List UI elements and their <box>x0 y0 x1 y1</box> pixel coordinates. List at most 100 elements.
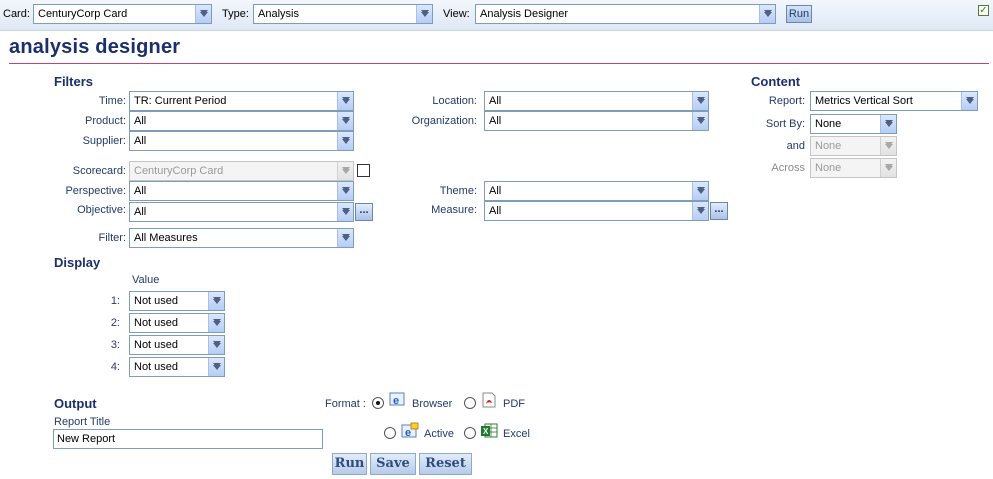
product-select[interactable]: All <box>129 111 354 131</box>
chevron-down-icon <box>692 182 708 200</box>
run-button[interactable]: Run <box>332 453 367 475</box>
card-label: Card: <box>3 8 30 20</box>
objective-select-value: All <box>134 206 147 218</box>
across-select-value: None <box>815 162 842 174</box>
product-label: Product: <box>85 115 126 127</box>
location-select[interactable]: All <box>484 91 709 111</box>
scorecard-select-value: CenturyCorp Card <box>134 165 224 177</box>
scorecard-select: CenturyCorp Card <box>129 161 354 181</box>
excel-icon: X <box>480 422 498 440</box>
filter-select[interactable]: All Measures <box>129 228 354 248</box>
perspective-select[interactable]: All <box>129 181 354 201</box>
view-select-value: Analysis Designer <box>480 8 569 20</box>
report-title-input[interactable]: New Report <box>53 429 323 449</box>
supplier-select-value: All <box>134 135 147 147</box>
output-heading: Output <box>54 396 97 411</box>
ie-icon: e <box>389 392 405 408</box>
display-value-select-value: Not used <box>134 361 179 373</box>
view-label: View: <box>443 8 470 20</box>
top-toolbar: Card: CenturyCorp Card Type: Analysis Vi… <box>0 0 993 31</box>
measure-label: Measure: <box>431 204 477 216</box>
filters-heading: Filters <box>54 74 94 89</box>
chevron-down-icon <box>337 182 353 200</box>
chevron-down-icon <box>880 159 896 177</box>
chevron-down-icon <box>208 292 224 310</box>
organization-select-value: All <box>489 115 502 127</box>
chevron-down-icon <box>337 92 353 110</box>
and-label: and <box>786 140 805 152</box>
across-select: None <box>810 158 897 178</box>
chevron-down-icon <box>208 314 224 332</box>
page-title: analysis designer <box>9 36 181 58</box>
time-select[interactable]: TR: Current Period <box>129 91 354 111</box>
chevron-down-icon <box>416 5 432 23</box>
objective-browse-button[interactable]: ... <box>355 203 373 221</box>
display-row-label: 4: <box>110 361 120 373</box>
theme-select-value: All <box>489 185 502 197</box>
check-icon[interactable]: ✓ <box>978 5 989 16</box>
reset-button[interactable]: Reset <box>419 453 472 475</box>
objective-select[interactable]: All <box>129 202 354 222</box>
ie-active-icon: e <box>401 422 419 440</box>
display-value-select-4[interactable]: Not used <box>129 357 225 377</box>
location-label: Location: <box>432 95 477 107</box>
sort-by-select-value: None <box>815 118 842 130</box>
type-select-value: Analysis <box>258 8 299 20</box>
measure-browse-button[interactable]: ... <box>710 202 728 220</box>
scorecard-checkbox[interactable] <box>357 164 370 177</box>
display-value-select-3[interactable]: Not used <box>129 335 225 355</box>
card-select-value: CenturyCorp Card <box>38 8 128 20</box>
format-excel-label: Excel <box>503 428 530 440</box>
theme-label: Theme: <box>439 185 477 197</box>
chevron-down-icon <box>337 132 353 150</box>
chevron-down-icon <box>759 5 775 23</box>
toolbar-run-button[interactable]: Run <box>786 5 812 23</box>
svg-text:e: e <box>405 427 411 439</box>
objective-label: Objective: <box>77 204 126 216</box>
organization-label: Organization: <box>411 115 477 127</box>
chevron-down-icon <box>195 5 211 23</box>
value-column-header: Value <box>132 274 160 286</box>
chevron-down-icon <box>961 92 977 110</box>
chevron-down-icon <box>880 137 896 155</box>
content-heading: Content <box>751 74 801 89</box>
type-select[interactable]: Analysis <box>253 4 433 24</box>
chevron-down-icon <box>208 336 224 354</box>
and-select: None <box>810 136 897 156</box>
organization-select[interactable]: All <box>484 111 709 131</box>
report-select[interactable]: Metrics Vertical Sort <box>810 91 978 111</box>
supplier-label: Supplier: <box>82 135 126 147</box>
chevron-down-icon <box>337 112 353 130</box>
display-value-select-1[interactable]: Not used <box>129 291 225 311</box>
save-button[interactable]: Save <box>370 453 416 475</box>
card-select[interactable]: CenturyCorp Card <box>33 4 212 24</box>
format-browser-radio[interactable] <box>372 397 384 409</box>
measure-select[interactable]: All <box>484 201 709 221</box>
format-excel-radio[interactable] <box>464 427 476 439</box>
display-row-label: 1: <box>110 295 120 307</box>
display-value-select-value: Not used <box>134 295 179 307</box>
display-row-label: 3: <box>110 339 120 351</box>
display-row-label: 2: <box>110 317 120 329</box>
display-value-select-2[interactable]: Not used <box>129 313 225 333</box>
theme-select[interactable]: All <box>484 181 709 201</box>
display-value-select-value: Not used <box>134 339 179 351</box>
and-select-value: None <box>815 140 842 152</box>
format-active-radio[interactable] <box>384 427 396 439</box>
chevron-down-icon <box>880 115 896 133</box>
perspective-label: Perspective: <box>65 185 126 197</box>
sort-by-select[interactable]: None <box>810 114 897 134</box>
filter-label: Filter: <box>98 232 127 244</box>
location-select-value: All <box>489 95 502 107</box>
format-pdf-radio[interactable] <box>464 397 476 409</box>
chevron-down-icon <box>692 112 708 130</box>
title-divider <box>9 63 989 64</box>
view-select[interactable]: Analysis Designer <box>475 4 776 24</box>
chevron-down-icon <box>692 92 708 110</box>
time-label: Time: <box>98 95 126 107</box>
supplier-select[interactable]: All <box>129 131 354 151</box>
measure-select-value: All <box>489 205 502 217</box>
pdf-icon <box>481 392 497 408</box>
svg-text:e: e <box>393 395 399 407</box>
across-label: Across <box>771 162 805 174</box>
